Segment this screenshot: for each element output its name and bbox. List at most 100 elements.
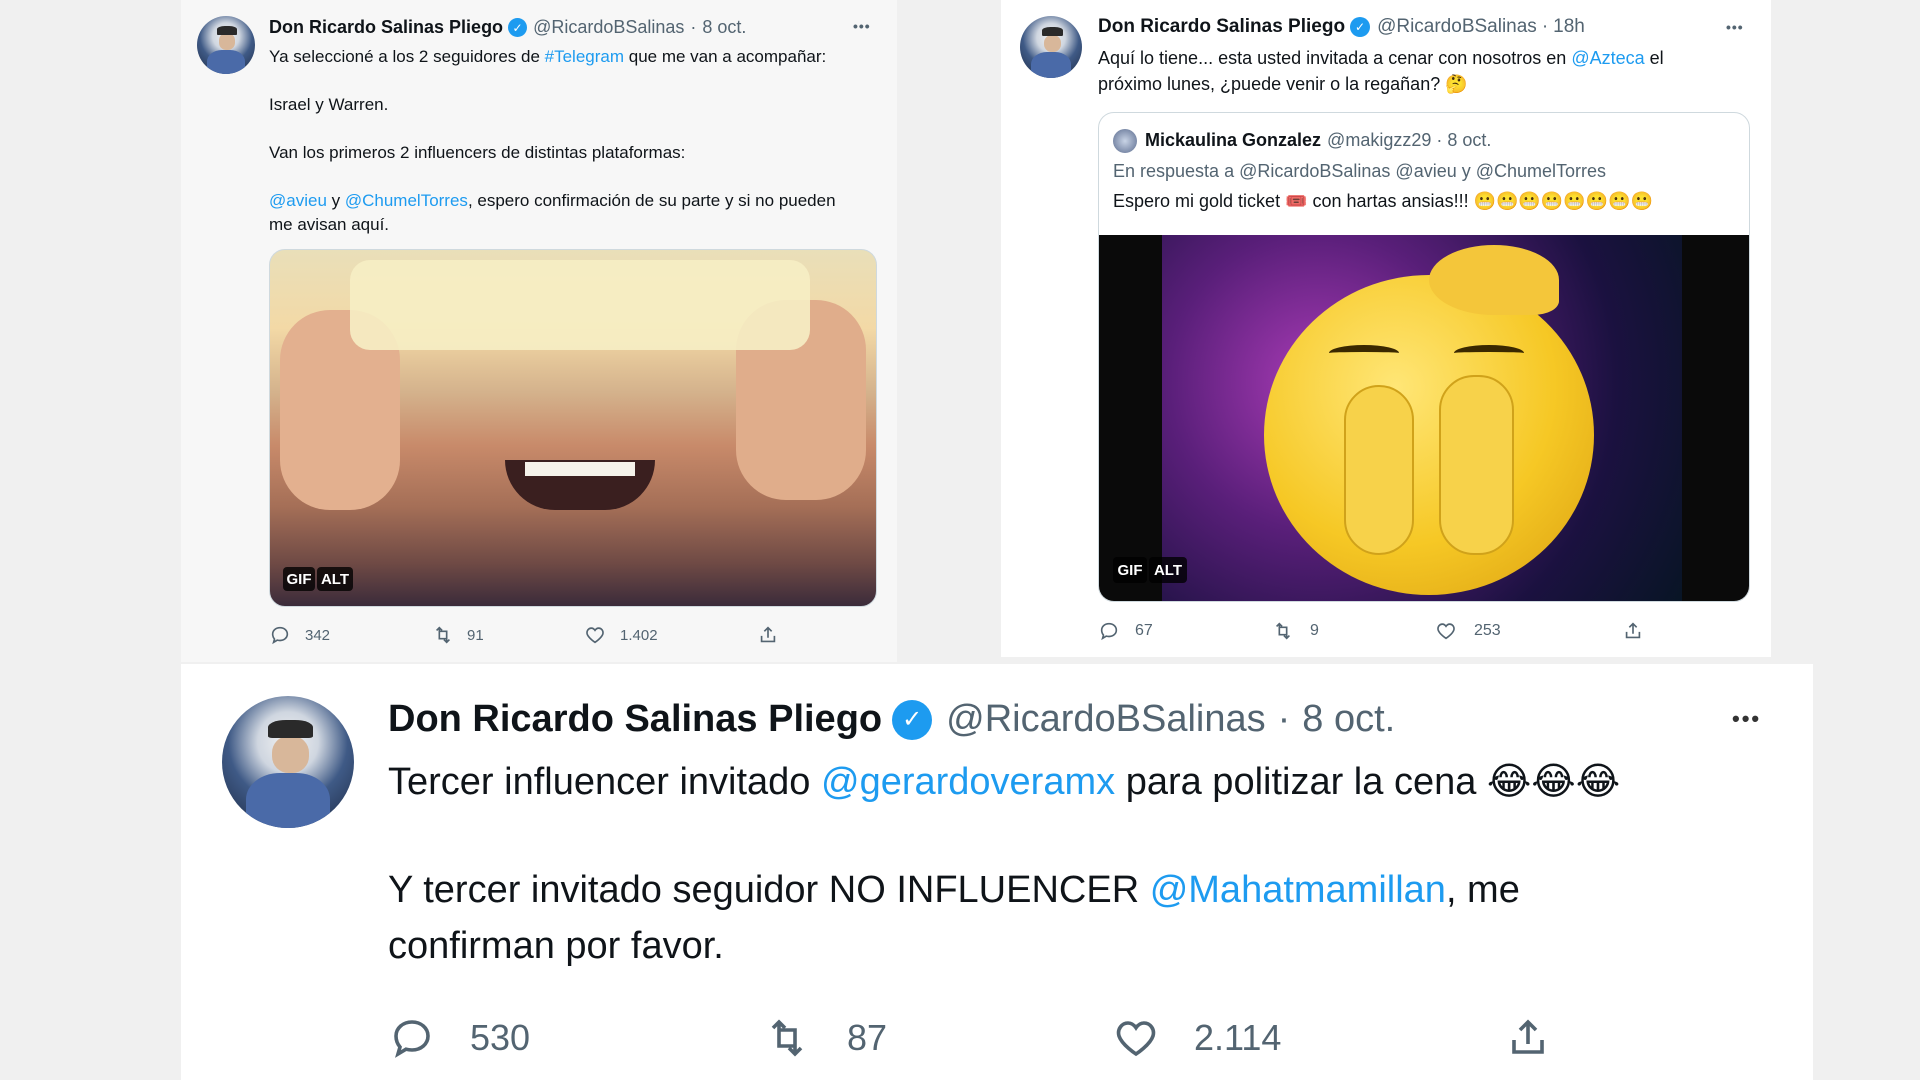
heart-icon [586, 627, 604, 644]
mention-link[interactable]: @avieu [269, 191, 327, 210]
quoted-author-name[interactable]: Mickaulina Gonzalez [1145, 130, 1321, 151]
tweet-header: Don Ricardo Salinas Pliego ✓ @RicardoBSa… [388, 698, 1395, 741]
retweet-count: 9 [1310, 622, 1319, 639]
share-icon [1512, 1019, 1544, 1054]
retweet-icon [1275, 622, 1291, 640]
author-handle[interactable]: @RicardoBSalinas [533, 17, 684, 38]
reply-button[interactable]: 530 [388, 1014, 530, 1062]
author-name[interactable]: Don Ricardo Salinas Pliego [269, 17, 503, 38]
verified-badge-icon: ✓ [892, 699, 933, 740]
emoji-hair [1429, 245, 1559, 315]
tweet-line: Israel y Warren. [269, 95, 389, 114]
separator-dot: · [1541, 16, 1549, 37]
share-button[interactable] [757, 624, 779, 646]
like-count: 253 [1474, 622, 1501, 639]
tweet-header: Don Ricardo Salinas Pliego ✓ @RicardoBSa… [1098, 16, 1585, 38]
alt-badge[interactable]: ALT [1149, 557, 1187, 583]
quoted-author-handle[interactable]: @makigzz29 [1327, 130, 1431, 151]
tweet-text: Tercer influencer invitado @gerardoveram… [388, 754, 1768, 974]
retweet-button[interactable]: 87 [761, 1014, 887, 1062]
tweet-header: Don Ricardo Salinas Pliego ✓ @RicardoBSa… [269, 17, 746, 38]
hashtag-link[interactable]: #Telegram [545, 47, 624, 66]
tweet-line: Y tercer invitado seguidor NO INFLUENCER… [388, 869, 1520, 911]
tweet-date[interactable]: 8 oct. [702, 17, 746, 38]
retweet-icon [435, 626, 451, 644]
gif-media-child-smiling[interactable]: GIF ALT [269, 249, 877, 607]
quoted-date: 8 oct. [1447, 130, 1492, 150]
like-button[interactable]: 253 [1435, 620, 1501, 642]
like-button[interactable]: 2.114 [1112, 1014, 1281, 1062]
like-count: 2.114 [1194, 1017, 1282, 1058]
tweet-text: Aquí lo tiene... esta usted invitada a c… [1098, 45, 1748, 97]
tweet-line: confirman por favor. [388, 925, 724, 967]
mention-link[interactable]: @ChumelTorres [345, 191, 468, 210]
emoji-brow-right [1454, 345, 1524, 361]
tweet-line: Van los primeros 2 influencers de distin… [269, 143, 686, 162]
tweet-line: Ya seleccioné a los 2 seguidores de #Tel… [269, 47, 827, 66]
retweet-icon [771, 1019, 803, 1057]
retweet-button[interactable]: 9 [1271, 620, 1319, 642]
reply-count: 530 [470, 1017, 531, 1058]
author-handle[interactable]: @RicardoBSalinas [1377, 16, 1537, 38]
tweet-line: @avieu y @ChumelTorres, espero confirmac… [269, 191, 836, 210]
emoji-hand-left [1344, 385, 1414, 555]
author-name[interactable]: Don Ricardo Salinas Pliego [1098, 16, 1345, 38]
like-button[interactable]: 1.402 [584, 624, 658, 646]
mention-link[interactable]: @Mahatmamillan [1150, 869, 1446, 911]
quoted-text: Espero mi gold ticket 🎟️ con hartas ansi… [1113, 191, 1653, 211]
alt-badge[interactable]: ALT [317, 567, 353, 591]
gif-media-emoji-blush[interactable]: GIF ALT [1099, 235, 1749, 601]
retweet-button[interactable]: 91 [431, 624, 484, 646]
paper-strip [350, 260, 810, 350]
more-options-icon[interactable]: ••• [853, 18, 871, 34]
gif-badge: GIF [283, 567, 315, 591]
author-avatar[interactable] [197, 16, 255, 74]
emoji-brow-left [1329, 345, 1399, 361]
reply-count: 67 [1135, 622, 1153, 639]
separator-dot: · [1436, 130, 1443, 150]
share-button[interactable] [1622, 620, 1644, 642]
teeth [525, 462, 635, 476]
tweet-card-telegram[interactable]: Don Ricardo Salinas Pliego ✓ @RicardoBSa… [181, 0, 897, 662]
share-icon [1625, 622, 1641, 639]
author-handle[interactable]: @RicardoBSalinas [946, 698, 1266, 741]
tweet-card-azteca[interactable]: Don Ricardo Salinas Pliego ✓ @RicardoBSa… [1001, 0, 1771, 657]
separator-dot: · [690, 17, 697, 37]
reply-context: En respuesta a @RicardoBSalinas @avieu y… [1113, 161, 1607, 181]
heart-icon [1437, 623, 1455, 640]
quoted-tweet[interactable]: Mickaulina Gonzalez @makigzz29 · 8 oct. … [1098, 112, 1750, 602]
emoji-hand-right [1439, 375, 1514, 555]
more-options-icon[interactable]: ••• [1732, 706, 1761, 732]
reply-button[interactable]: 342 [269, 624, 330, 646]
tweet-date[interactable]: 8 oct. [1302, 698, 1395, 741]
separator-dot: · [1277, 698, 1291, 740]
retweet-count: 91 [467, 626, 484, 644]
like-count: 1.402 [620, 626, 658, 644]
tweet-text: Ya seleccioné a los 2 seguidores de #Tel… [269, 45, 869, 237]
verified-badge-icon: ✓ [1350, 17, 1371, 37]
reply-count: 342 [305, 626, 331, 644]
share-button[interactable] [1504, 1014, 1552, 1062]
quoted-author-avatar[interactable] [1113, 129, 1137, 153]
tweet-card-gerardovera[interactable]: Don Ricardo Salinas Pliego ✓ @RicardoBSa… [181, 664, 1813, 1080]
tweet-line: Aquí lo tiene... esta usted invitada a c… [1098, 48, 1664, 68]
reply-icon [1100, 622, 1118, 641]
retweet-count: 87 [847, 1017, 888, 1058]
tweet-line: me avisan aquí. [269, 215, 390, 234]
tweet-line: próximo lunes, ¿puede venir o la regañan… [1098, 74, 1468, 94]
verified-badge-icon: ✓ [508, 18, 528, 37]
emoji-face [1264, 275, 1594, 595]
mention-link[interactable]: @Azteca [1571, 48, 1644, 68]
more-options-icon[interactable]: ••• [1726, 19, 1744, 35]
tweet-date[interactable]: 18h [1553, 16, 1585, 38]
reply-button[interactable]: 67 [1098, 620, 1153, 642]
author-name[interactable]: Don Ricardo Salinas Pliego [388, 698, 882, 741]
gif-badge: GIF [1113, 557, 1147, 583]
author-avatar[interactable] [1020, 16, 1082, 78]
author-avatar[interactable] [222, 696, 354, 828]
tweet-line: Tercer influencer invitado @gerardoveram… [388, 761, 1621, 803]
reply-icon [271, 626, 289, 645]
heart-icon [1116, 1021, 1156, 1057]
share-icon [760, 626, 776, 643]
mention-link[interactable]: @gerardoveramx [821, 761, 1115, 803]
